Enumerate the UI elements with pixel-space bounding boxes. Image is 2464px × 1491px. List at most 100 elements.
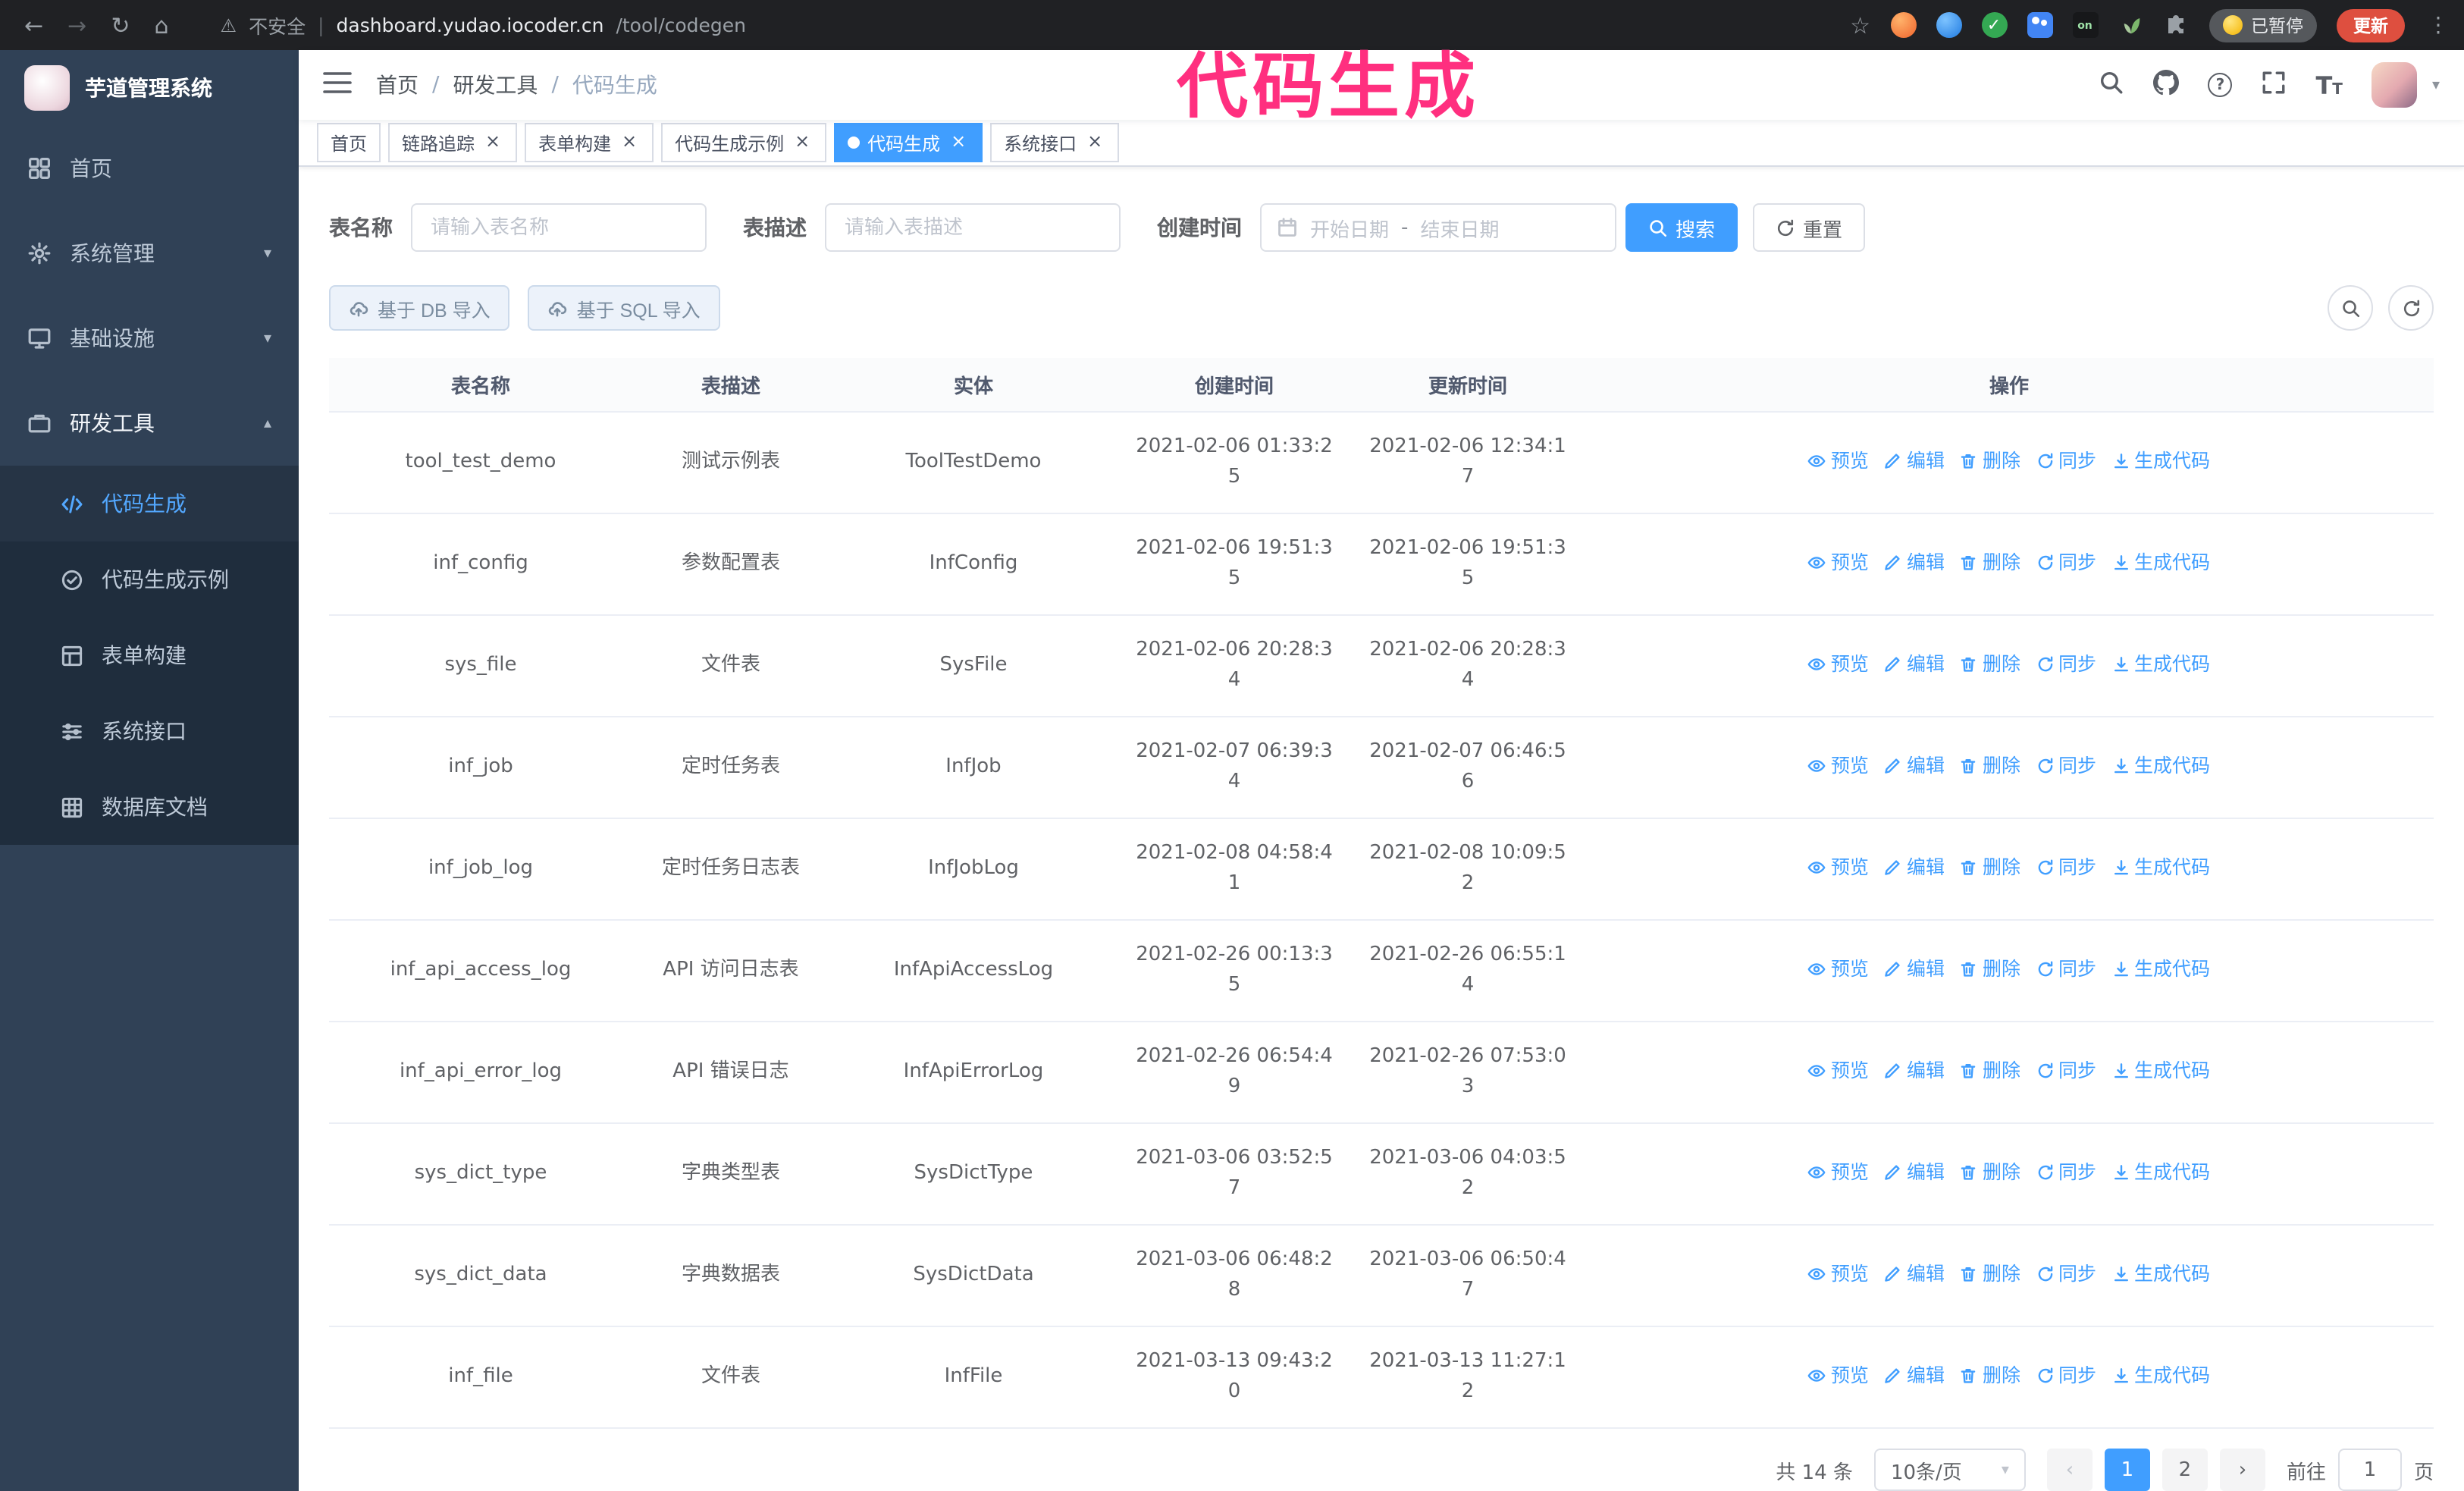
action-generate-link[interactable]: 生成代码: [2111, 1360, 2210, 1390]
action-generate-link[interactable]: 生成代码: [2111, 953, 2210, 984]
action-preview-link[interactable]: 预览: [1808, 852, 1869, 882]
toggle-search-button[interactable]: [2328, 285, 2373, 331]
sidebar-item-form-builder[interactable]: 表单构建: [0, 617, 299, 693]
address-bar[interactable]: ⚠ 不安全 | dashboard.yudao.iocoder.cn/tool/…: [221, 11, 747, 39]
action-sync-link[interactable]: 同步: [2036, 1360, 2096, 1390]
sidebar-item-codegen[interactable]: 代码生成: [0, 466, 299, 541]
tab-codegen[interactable]: 代码生成 ×: [834, 123, 983, 163]
action-delete-link[interactable]: 删除: [1960, 445, 2020, 476]
reset-button[interactable]: 重置: [1753, 203, 1866, 252]
action-generate-link[interactable]: 生成代码: [2111, 1157, 2210, 1187]
action-sync-link[interactable]: 同步: [2036, 1157, 2096, 1187]
goto-page-input[interactable]: [2337, 1449, 2402, 1491]
action-preview-link[interactable]: 预览: [1808, 953, 1869, 984]
action-delete-link[interactable]: 删除: [1960, 1258, 2020, 1289]
page-size-select[interactable]: 10条/页 ▾: [1873, 1449, 2026, 1491]
sidebar-item-codegen-example[interactable]: 代码生成示例: [0, 541, 299, 617]
github-icon[interactable]: [2153, 69, 2180, 101]
extension-on-badge-icon[interactable]: on: [2072, 12, 2098, 38]
paused-badge[interactable]: 已暂停: [2209, 8, 2317, 42]
browser-forward-icon[interactable]: →: [67, 11, 86, 39]
import-sql-button[interactable]: 基于 SQL 导入: [528, 285, 720, 331]
action-preview-link[interactable]: 预览: [1808, 750, 1869, 780]
breadcrumb-home[interactable]: 首页: [376, 70, 419, 100]
action-delete-link[interactable]: 删除: [1960, 750, 2020, 780]
sidebar-item-devtools[interactable]: 研发工具 ▴: [0, 381, 299, 466]
hamburger-icon[interactable]: [323, 71, 352, 99]
action-delete-link[interactable]: 删除: [1960, 1055, 2020, 1085]
action-sync-link[interactable]: 同步: [2036, 547, 2096, 577]
action-generate-link[interactable]: 生成代码: [2111, 547, 2210, 577]
action-edit-link[interactable]: 编辑: [1884, 648, 1945, 679]
extension-people-icon[interactable]: [2027, 12, 2052, 38]
action-edit-link[interactable]: 编辑: [1884, 547, 1945, 577]
browser-update-button[interactable]: 更新: [2337, 8, 2405, 42]
action-edit-link[interactable]: 编辑: [1884, 1055, 1945, 1085]
app-logo[interactable]: 芋道管理系统: [0, 50, 299, 126]
text-size-icon[interactable]: TT: [2315, 71, 2343, 99]
action-sync-link[interactable]: 同步: [2036, 750, 2096, 780]
action-sync-link[interactable]: 同步: [2036, 852, 2096, 882]
action-generate-link[interactable]: 生成代码: [2111, 1258, 2210, 1289]
action-edit-link[interactable]: 编辑: [1884, 852, 1945, 882]
page-button-2[interactable]: 2: [2161, 1449, 2208, 1491]
date-range-picker[interactable]: 开始日期 - 结束日期: [1260, 203, 1616, 252]
action-preview-link[interactable]: 预览: [1808, 1157, 1869, 1187]
close-icon[interactable]: ×: [948, 131, 969, 153]
sidebar-item-system-api[interactable]: 系统接口: [0, 693, 299, 769]
sidebar-item-infra[interactable]: 基础设施 ▾: [0, 296, 299, 381]
action-generate-link[interactable]: 生成代码: [2111, 1055, 2210, 1085]
action-delete-link[interactable]: 删除: [1960, 547, 2020, 577]
extension-drop-icon[interactable]: [1936, 12, 1961, 38]
browser-menu-icon[interactable]: ⋮: [2428, 13, 2449, 37]
close-icon[interactable]: ×: [1084, 131, 1105, 153]
action-generate-link[interactable]: 生成代码: [2111, 648, 2210, 679]
sidebar-item-system[interactable]: 系统管理 ▾: [0, 211, 299, 296]
table-name-input[interactable]: [411, 203, 707, 252]
tab-form-builder[interactable]: 表单构建 ×: [525, 123, 654, 163]
action-delete-link[interactable]: 删除: [1960, 852, 2020, 882]
action-delete-link[interactable]: 删除: [1960, 1360, 2020, 1390]
avatar-caret-icon[interactable]: ▾: [2432, 77, 2440, 93]
browser-back-icon[interactable]: ←: [24, 11, 43, 39]
action-sync-link[interactable]: 同步: [2036, 1055, 2096, 1085]
fullscreen-icon[interactable]: [2261, 69, 2287, 101]
action-sync-link[interactable]: 同步: [2036, 445, 2096, 476]
action-preview-link[interactable]: 预览: [1808, 1258, 1869, 1289]
browser-reload-icon[interactable]: ↻: [111, 11, 130, 39]
action-generate-link[interactable]: 生成代码: [2111, 445, 2210, 476]
action-preview-link[interactable]: 预览: [1808, 1055, 1869, 1085]
extension-check-icon[interactable]: ✓: [1981, 12, 2007, 38]
action-preview-link[interactable]: 预览: [1808, 1360, 1869, 1390]
extension-leaf-icon[interactable]: [2118, 12, 2143, 38]
action-preview-link[interactable]: 预览: [1808, 648, 1869, 679]
action-delete-link[interactable]: 删除: [1960, 1157, 2020, 1187]
action-edit-link[interactable]: 编辑: [1884, 1157, 1945, 1187]
close-icon[interactable]: ×: [792, 131, 813, 153]
action-delete-link[interactable]: 删除: [1960, 953, 2020, 984]
action-edit-link[interactable]: 编辑: [1884, 750, 1945, 780]
browser-home-icon[interactable]: ⌂: [154, 11, 168, 39]
close-icon[interactable]: ×: [619, 131, 640, 153]
action-sync-link[interactable]: 同步: [2036, 648, 2096, 679]
prev-page-button[interactable]: ‹: [2046, 1449, 2093, 1491]
action-edit-link[interactable]: 编辑: [1884, 1360, 1945, 1390]
extension-fox-icon[interactable]: [1890, 12, 1916, 38]
sidebar-item-db-doc[interactable]: 数据库文档: [0, 769, 299, 845]
action-edit-link[interactable]: 编辑: [1884, 1258, 1945, 1289]
sidebar-item-home[interactable]: 首页: [0, 126, 299, 211]
refresh-table-button[interactable]: [2388, 285, 2434, 331]
extensions-puzzle-icon[interactable]: [2163, 12, 2189, 38]
action-generate-link[interactable]: 生成代码: [2111, 750, 2210, 780]
user-avatar[interactable]: [2371, 62, 2417, 108]
tab-system-api[interactable]: 系统接口 ×: [990, 123, 1120, 163]
next-page-button[interactable]: ›: [2219, 1449, 2265, 1491]
tab-codegen-example[interactable]: 代码生成示例 ×: [661, 123, 827, 163]
action-generate-link[interactable]: 生成代码: [2111, 852, 2210, 882]
header-search-icon[interactable]: [2099, 69, 2124, 101]
bookmark-star-icon[interactable]: ☆: [1850, 11, 1870, 39]
import-db-button[interactable]: 基于 DB 导入: [329, 285, 510, 331]
action-preview-link[interactable]: 预览: [1808, 445, 1869, 476]
breadcrumb-devtools[interactable]: 研发工具: [453, 70, 538, 100]
action-delete-link[interactable]: 删除: [1960, 648, 2020, 679]
